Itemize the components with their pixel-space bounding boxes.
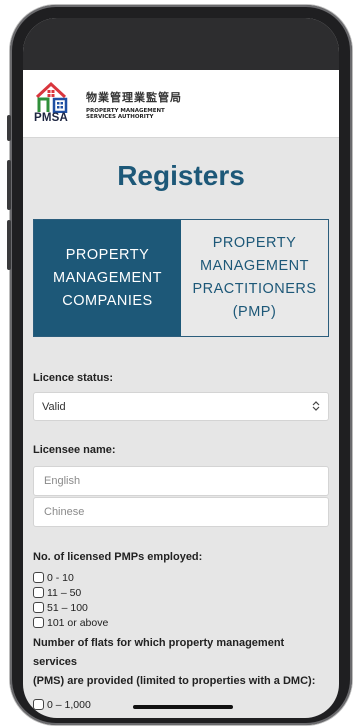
- logo-english-line-2: SERVICES AUTHORITY: [86, 114, 154, 120]
- checkbox-label: 101 or above: [47, 616, 109, 629]
- pmps-employed-options: 0 - 10 11 – 50 51 – 100 101 or above: [33, 570, 329, 630]
- logo-chinese-name: 物業管理業監管局: [86, 90, 182, 104]
- logo-abbreviation: PMSA: [34, 111, 69, 124]
- tab-label: PROPERTY MANAGEMENT COMPANIES: [53, 244, 162, 313]
- tab-label-line: (PMP): [232, 304, 277, 320]
- logo-text: 物業管理業監管局 PROPERTY MANAGEMENT SERVICES AU…: [86, 87, 182, 121]
- tab-label-line: PROPERTY: [65, 246, 150, 263]
- pmsa-logo-mark: PMSA: [34, 79, 80, 129]
- checkbox-option[interactable]: 101 or above: [33, 615, 329, 630]
- pmps-employed-label: No. of licensed PMPs employed:: [33, 551, 203, 563]
- phone-volume-up-button: [7, 160, 11, 210]
- licence-status-label: Licence status:: [33, 372, 114, 384]
- checkbox-option[interactable]: 0 - 10: [33, 570, 329, 585]
- checkbox-option[interactable]: 11 – 50: [33, 585, 329, 600]
- tab-label-line: MANAGEMENT: [200, 258, 309, 274]
- tab-property-management-companies[interactable]: PROPERTY MANAGEMENT COMPANIES: [34, 220, 181, 336]
- phone-volume-down-button: [7, 220, 11, 270]
- flats-label: Number of flats for which property manag…: [33, 634, 329, 691]
- phone-side-button: [7, 115, 11, 141]
- checkbox-label: 0 - 10: [47, 571, 74, 584]
- tab-label-line: COMPANIES: [62, 292, 153, 309]
- flats-label-line: (PMS) are provided (limited to propertie…: [33, 675, 316, 687]
- site-header: PMSA 物業管理業監管局 PROPERTY MANAGEMENT SERVIC…: [23, 70, 339, 138]
- checkbox[interactable]: [33, 602, 44, 613]
- checkbox[interactable]: [33, 699, 44, 710]
- licence-status-value: Valid: [42, 400, 66, 413]
- licensee-name-english-input[interactable]: English: [33, 466, 329, 496]
- home-indicator: [133, 705, 233, 709]
- phone-screen: PMSA 物業管理業監管局 PROPERTY MANAGEMENT SERVIC…: [23, 18, 339, 718]
- register-tabs: PROPERTY MANAGEMENT COMPANIES PROPERTY M…: [33, 219, 329, 337]
- checkbox[interactable]: [33, 617, 44, 628]
- house-logo-icon: [35, 81, 68, 113]
- tab-label: PROPERTY MANAGEMENT PRACTITIONERS (PMP): [192, 232, 316, 324]
- pmsa-logo[interactable]: PMSA 物業管理業監管局 PROPERTY MANAGEMENT SERVIC…: [34, 79, 182, 129]
- checkbox-label: 0 – 1,000: [47, 698, 91, 711]
- chevron-up-down-icon: [312, 400, 320, 413]
- licensee-name-chinese-input[interactable]: Chinese: [33, 497, 329, 527]
- status-bar: [23, 18, 339, 70]
- tab-label-line: PRACTITIONERS: [192, 281, 317, 297]
- tab-property-management-practitioners[interactable]: PROPERTY MANAGEMENT PRACTITIONERS (PMP): [181, 220, 328, 336]
- licensee-name-label: Licensee name:: [33, 444, 116, 456]
- checkbox[interactable]: [33, 572, 44, 583]
- checkbox-label: 11 – 50: [47, 586, 82, 599]
- flats-label-line: Number of flats for which property manag…: [33, 637, 285, 668]
- checkbox-option[interactable]: 51 – 100: [33, 600, 329, 615]
- logo-english-name: PROPERTY MANAGEMENT SERVICES AUTHORITY: [86, 108, 182, 121]
- main-content: Registers PROPERTY MANAGEMENT COMPANIES …: [23, 160, 339, 712]
- checkbox-label: 51 – 100: [47, 601, 88, 614]
- tab-label-line: MANAGEMENT: [53, 269, 162, 286]
- checkbox[interactable]: [33, 587, 44, 598]
- licence-status-select[interactable]: Valid: [33, 392, 329, 421]
- page-title: Registers: [117, 160, 245, 191]
- tab-label-line: PROPERTY: [212, 235, 297, 251]
